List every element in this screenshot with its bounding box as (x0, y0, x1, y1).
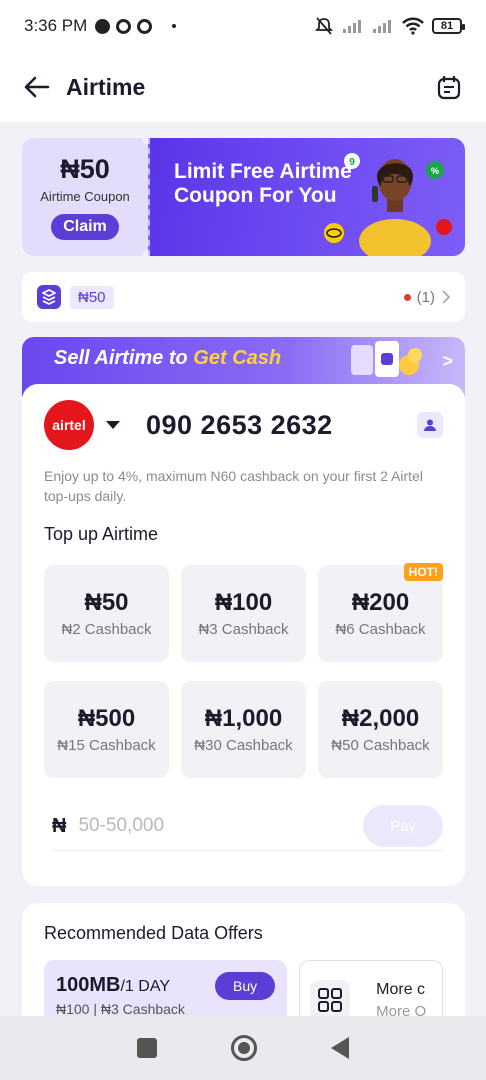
tile-amount: ₦1,000 (204, 705, 283, 732)
contact-picker-button[interactable] (417, 412, 443, 438)
tile-cashback: ₦6 Cashback (335, 621, 426, 638)
wifi-icon (402, 17, 424, 35)
phone-number[interactable]: 090 2653 2632 (146, 410, 333, 441)
sell-phone-illustration (351, 341, 422, 377)
buy-button[interactable]: Buy (215, 972, 276, 1000)
recommended-title: Recommended Data Offers (44, 923, 263, 943)
coupon-icon (37, 285, 61, 309)
tile-amount: ₦200 (351, 589, 410, 616)
tile-cashback: ₦15 Cashback (57, 737, 156, 754)
more-notifications-icon (172, 24, 177, 28)
amount-tile[interactable]: ₦50 ₦2 Cashback (44, 565, 169, 662)
signal-icon (373, 20, 391, 33)
input-divider (52, 850, 443, 851)
status-time: 3:36 PM (24, 16, 88, 35)
network-bubble-icon (436, 219, 452, 235)
mute-icon (314, 17, 334, 35)
top-up-title: Top up Airtime (44, 524, 159, 544)
sell-banner-text-main: Sell Airtime to (54, 347, 194, 369)
promo-person-illustration (359, 159, 431, 256)
offer-period: /1 DAY (120, 978, 170, 995)
cashback-promo-text: Enjoy up to 4%, maximum N60 cashback on … (44, 468, 423, 504)
tile-cashback: ₦30 Cashback (194, 737, 293, 754)
tile-amount: ₦2,000 (341, 705, 420, 732)
percent-bubble-icon: % (426, 161, 444, 179)
recharge-card: airtel 090 2653 2632 Enjoy up to 4%, max… (22, 384, 465, 886)
sell-banner-text: Sell Airtime to Get Cash (54, 347, 281, 369)
orders-icon[interactable] (436, 74, 462, 100)
tile-cashback: ₦3 Cashback (198, 621, 289, 638)
coupon-promo: Limit Free Airtime Coupon For You 9 % (148, 138, 465, 256)
unread-dot (403, 293, 411, 301)
signal-icon (343, 20, 361, 33)
home-icon[interactable] (231, 1035, 257, 1061)
percent-bubble-icon: 9 (344, 153, 360, 169)
amount-tile[interactable]: ₦500 ₦15 Cashback (44, 681, 169, 778)
network-bubble-icon (324, 223, 344, 243)
coupon-amount: ₦50 (60, 154, 110, 184)
tile-cashback: ₦50 Cashback (331, 737, 430, 754)
contact-icon (424, 419, 436, 431)
coupon-chip: ₦50 (70, 285, 114, 309)
custom-amount-row: ₦ Pay (44, 805, 443, 847)
status-bar: 3:36 PM 81 (0, 0, 486, 52)
amount-tile[interactable]: ₦100 ₦3 Cashback (181, 565, 306, 662)
grid-icon (310, 980, 351, 1020)
chevron-right-icon: > (442, 351, 453, 371)
amount-tile[interactable]: ₦1,000 ₦30 Cashback (181, 681, 306, 778)
tile-amount: ₦100 (214, 589, 273, 616)
tile-amount: ₦50 (84, 589, 129, 616)
phone-row: airtel 090 2653 2632 (44, 384, 443, 466)
claim-button[interactable]: Claim (51, 214, 119, 240)
tile-amount: ₦500 (77, 705, 136, 732)
coupon-count: (1) (416, 288, 435, 306)
battery-level: 81 (440, 20, 454, 32)
amount-tile[interactable]: HOT! ₦200 ₦6 Cashback (318, 563, 443, 662)
amount-tile[interactable]: ₦2,000 ₦50 Cashback (318, 681, 443, 778)
notification-icon (116, 18, 132, 34)
tile-cashback: ₦2 Cashback (61, 621, 152, 638)
app-header: Airtime (0, 52, 486, 122)
pay-button[interactable]: Pay (363, 805, 443, 847)
airtime-amount-grid: ₦50 ₦2 Cashback ₦100 ₦3 Cashback HOT! ₦2… (44, 563, 443, 778)
hot-badge: HOT! (403, 563, 443, 581)
coupon-label: Airtime Coupon (40, 189, 130, 204)
back-arrow-icon[interactable] (24, 76, 50, 98)
coupon-banner[interactable]: ₦50 Airtime Coupon Claim Limit Free Airt… (22, 138, 465, 256)
svg-text:9: 9 (349, 157, 355, 168)
airtel-logo[interactable]: airtel (44, 400, 94, 450)
offer-volume: 100MB (56, 974, 121, 996)
coupon-stub: ₦50 Airtime Coupon Claim (22, 138, 154, 256)
coupon-selector[interactable]: ₦50 (1) (22, 272, 465, 322)
back-icon[interactable] (331, 1037, 349, 1059)
recents-icon[interactable] (137, 1038, 157, 1058)
custom-amount-input[interactable] (78, 815, 319, 837)
notification-icon (137, 18, 153, 34)
chevron-right-icon (442, 290, 451, 304)
system-nav-bar (0, 1016, 486, 1080)
offer-price: ₦100 | ₦3 Cashback (56, 1001, 185, 1017)
battery-icon: 81 (432, 18, 465, 34)
network-dropdown-icon[interactable] (106, 421, 120, 429)
sell-banner-highlight: Get Cash (193, 347, 282, 369)
currency-symbol: ₦ (52, 814, 67, 837)
svg-text:%: % (431, 166, 439, 176)
page-title: Airtime (66, 73, 146, 100)
notification-icon (95, 18, 111, 34)
more-offers-title: More c (376, 980, 426, 998)
